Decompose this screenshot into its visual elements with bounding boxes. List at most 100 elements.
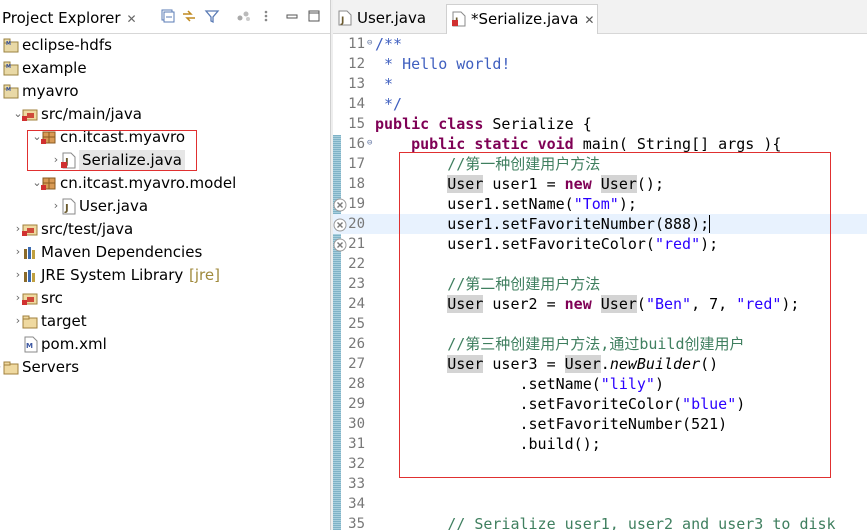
code-line[interactable]: 16 ⊖ public static void main( String[] ar… — [333, 134, 867, 154]
code-text: * — [375, 75, 394, 93]
package-icon — [41, 175, 58, 192]
folder-icon — [3, 359, 20, 376]
tree-item-pom-xml[interactable]: Mpom.xml — [0, 333, 330, 356]
tree-item-src-test-java[interactable]: › src/test/java — [0, 218, 330, 241]
line-number: 22 — [348, 256, 365, 272]
folder-icon — [22, 313, 39, 330]
project-icon: M — [3, 60, 20, 77]
tree-item-src-main-java[interactable]: ⌄ src/main/java — [0, 103, 330, 126]
project-explorer-view: Project Explorer ✕ Meclipse-hdfs Mexample M… — [0, 0, 330, 530]
line-number: 18 — [348, 176, 365, 192]
tree-item-user-java[interactable]: › J User.java — [0, 195, 330, 218]
project-explorer-tabbar: Project Explorer ✕ — [0, 0, 330, 34]
project-icon: M — [3, 37, 20, 54]
tree-item-maven-dependencies[interactable]: › Maven Dependencies — [0, 241, 330, 264]
line-number: 14 — [348, 96, 365, 112]
tab-serialize-java-label: *Serialize.java — [471, 10, 579, 28]
line-number: 34 — [348, 496, 365, 512]
code-line[interactable]: 35 // Serialize user1, user2 and user3 t… — [333, 514, 867, 530]
tree-item-cn-itcast-myavro-model[interactable]: ⌄ cn.itcast.myavro.model — [0, 172, 330, 195]
line-number: 23 — [348, 276, 365, 292]
tab-user-java[interactable]: J User.java — [333, 4, 445, 34]
tree-item-decoration: [jre] — [189, 266, 220, 284]
source-folder-icon — [22, 106, 39, 123]
tree-item-target[interactable]: › target — [0, 310, 330, 333]
line-number: 28 — [348, 376, 365, 392]
editor-tabbar: J User.java J *Serialize.java ✕ — [333, 0, 867, 34]
code-line[interactable]: 13 * — [333, 74, 867, 94]
project-icon: M — [3, 83, 20, 100]
svg-text:J: J — [340, 16, 344, 26]
line-number: 35 — [348, 516, 365, 530]
line-number: 17 — [348, 156, 365, 172]
view-menu-dots-icon[interactable] — [258, 8, 274, 24]
tree-item-label: pom.xml — [41, 335, 107, 353]
code-text: */ — [375, 95, 403, 113]
line-number: 25 — [348, 316, 365, 332]
line-number: 27 — [348, 356, 365, 372]
tree-item-label: src/main/java — [41, 105, 142, 123]
code-text: /** — [375, 35, 403, 53]
maximize-icon[interactable] — [306, 8, 322, 24]
source-folder-icon — [22, 221, 39, 238]
code-text: * Hello world! — [375, 55, 511, 73]
code-line[interactable]: 12 * Hello world! — [333, 54, 867, 74]
collapse-all-icon[interactable] — [160, 8, 176, 24]
code-line[interactable]: 15 public class Serialize { — [333, 114, 867, 134]
close-icon[interactable]: ✕ — [127, 12, 137, 26]
java-file-error-icon: J — [452, 11, 466, 27]
line-number: 30 — [348, 416, 365, 432]
library-icon — [22, 267, 39, 284]
tree-item-jre-system-library[interactable]: › JRE System Library [jre] — [0, 264, 330, 287]
line-number: 32 — [348, 456, 365, 472]
tree-item-label: User.java — [79, 197, 149, 215]
line-number: 21 — [348, 236, 365, 252]
java-editor: J User.java J *Serialize.java ✕ 11⊖/**12 … — [333, 0, 867, 530]
line-number: 11 — [348, 36, 365, 52]
tree-item-example[interactable]: Mexample — [0, 57, 330, 80]
filter-icon[interactable] — [204, 8, 220, 24]
svg-text:M: M — [6, 64, 11, 70]
library-icon — [22, 244, 39, 261]
tree-item-label: example — [22, 59, 87, 77]
line-number: 33 — [348, 476, 365, 492]
tab-project-explorer-label: Project Explorer — [2, 9, 121, 27]
code-text: // Serialize user1, user2 and user3 to d… — [447, 515, 836, 530]
tree-item-label: cn.itcast.myavro.model — [60, 174, 237, 192]
line-number: 19 — [348, 196, 365, 212]
tree-item-label: src/test/java — [41, 220, 134, 238]
code-line[interactable]: 11 ⊖/** — [333, 34, 867, 54]
source-folder-icon — [22, 290, 39, 307]
tab-project-explorer[interactable]: Project Explorer ✕ — [0, 4, 137, 32]
line-number: 26 — [348, 336, 365, 352]
code-line[interactable]: 34 — [333, 494, 867, 514]
tree-item-label: JRE System Library — [41, 266, 184, 284]
tree-item-label: target — [41, 312, 87, 330]
line-number: 13 — [348, 76, 365, 92]
view-menu-icon[interactable] — [236, 8, 252, 24]
tree-item-label: eclipse-hdfs — [22, 36, 112, 54]
svg-text:M: M — [6, 87, 11, 93]
svg-text:M: M — [26, 342, 33, 350]
tree-item-servers[interactable]: ›Servers — [0, 356, 330, 379]
minimize-icon[interactable] — [284, 8, 300, 24]
svg-text:M: M — [6, 41, 11, 47]
code-text: public static void main( String[] args )… — [411, 135, 782, 153]
line-number: 29 — [348, 396, 365, 412]
tree-item-label: src — [41, 289, 63, 307]
tree-item-myavro[interactable]: Mmyavro — [0, 80, 330, 103]
close-icon[interactable]: ✕ — [584, 13, 594, 27]
tab-serialize-java[interactable]: J *Serialize.java ✕ — [446, 4, 598, 34]
link-with-editor-icon[interactable] — [181, 8, 197, 24]
line-number: 31 — [348, 436, 365, 452]
java-file-icon: J — [60, 198, 77, 215]
tree-item-label: Maven Dependencies — [41, 243, 203, 261]
tree-item-eclipse-hdfs[interactable]: Meclipse-hdfs — [0, 34, 330, 57]
annotation-highlight-box — [399, 152, 831, 478]
line-number: 16 — [348, 136, 365, 152]
line-number: 24 — [348, 296, 365, 312]
tree-item-src[interactable]: › src — [0, 287, 330, 310]
xml-file-icon: M — [22, 336, 39, 353]
code-line[interactable]: 14 */ — [333, 94, 867, 114]
svg-text:J: J — [64, 203, 69, 214]
